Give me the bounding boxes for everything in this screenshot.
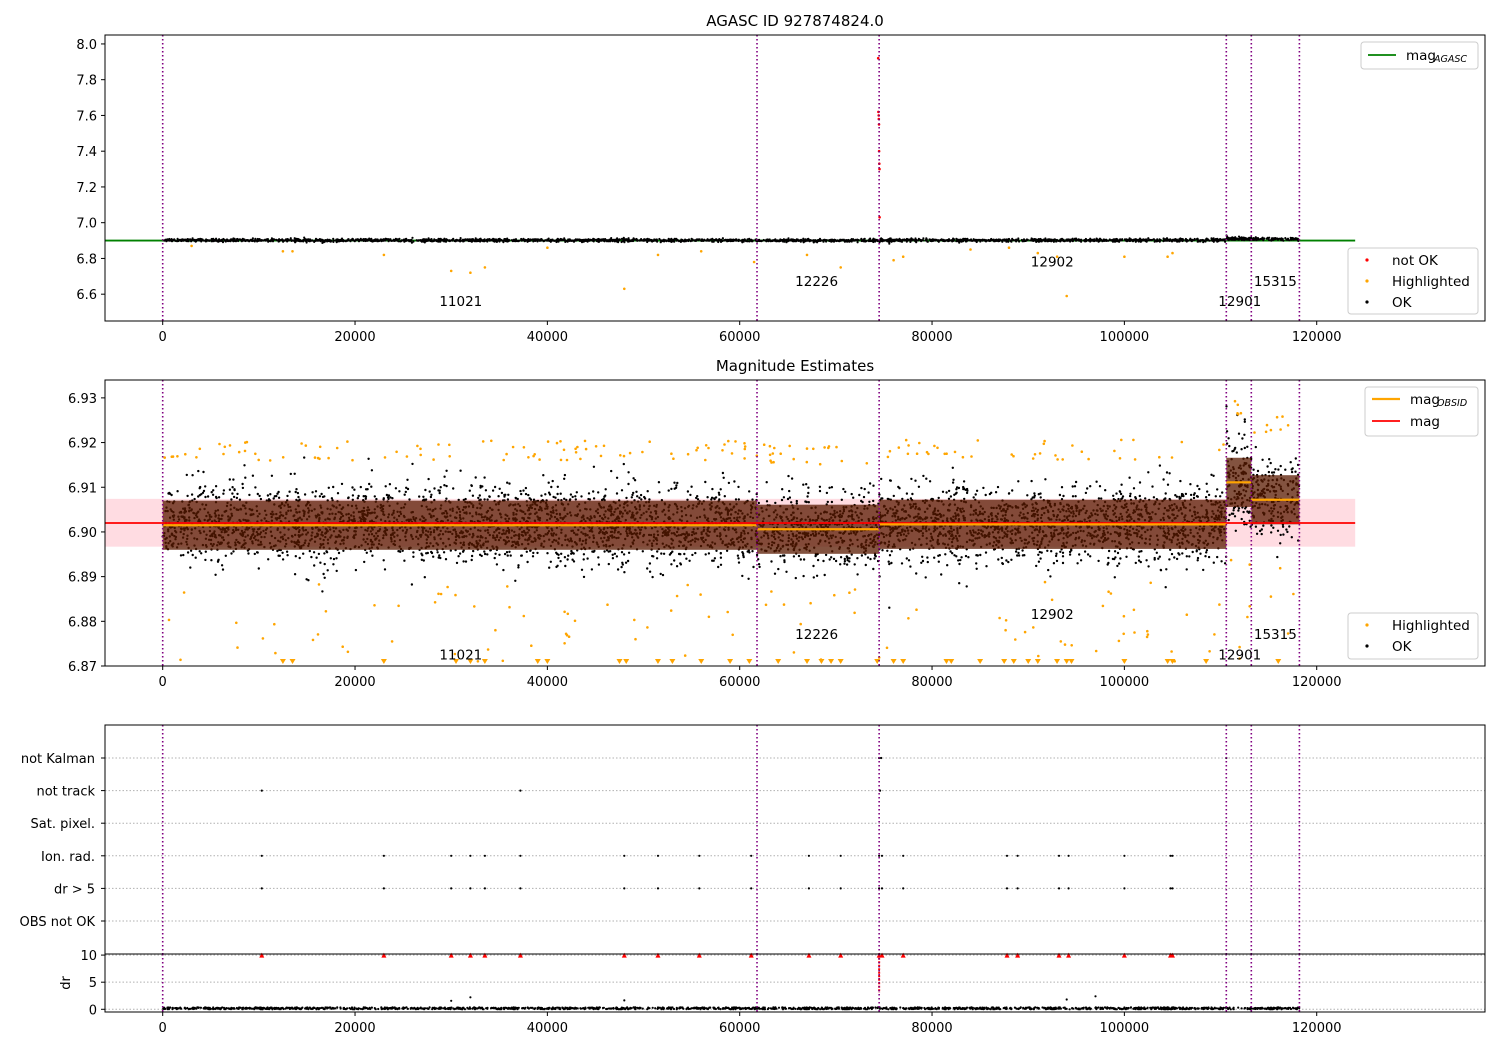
x-tick-label: 100000	[1100, 1021, 1150, 1036]
x-tick-label: 40000	[527, 330, 568, 345]
dr-points	[162, 995, 1301, 1011]
category-label: not Kalman	[21, 752, 95, 767]
x-tick-label: 120000	[1292, 1021, 1342, 1036]
category-label: dr > 5	[54, 882, 95, 897]
legend-swatch	[1365, 300, 1369, 304]
obsid-label: 12902	[1031, 254, 1074, 270]
x-tick-label: 120000	[1292, 330, 1342, 345]
x-tick-label: 20000	[334, 330, 375, 345]
x-tick-label: 60000	[719, 1021, 760, 1036]
figure: AGASC ID 927874824.0 0 20000 40000 60000 8000…	[20, 12, 1486, 1036]
x-tick-label: 80000	[911, 675, 952, 690]
x-tick-label: 120000	[1292, 675, 1342, 690]
y-tick-label: 6.91	[68, 481, 97, 496]
y-tick-label: 7.0	[76, 217, 97, 232]
legend-mag-obsid-subscript: OBSID	[1437, 398, 1467, 409]
legend-mag-agasc-label: mag	[1406, 48, 1436, 64]
magnitude-estimates-panel: Magnitude Estimates 0 20000 40000 60000 80000…	[68, 357, 1486, 690]
obsid-label: 12901	[1218, 294, 1261, 310]
category-label: not track	[36, 785, 95, 800]
legend-swatch	[1365, 258, 1369, 262]
obsid-label: 12902	[1031, 607, 1074, 623]
legend-mag-label: mag	[1410, 414, 1440, 430]
chart-title: Magnitude Estimates	[716, 357, 874, 375]
out-of-range-markers	[279, 659, 1282, 664]
obsid-label: 12901	[1218, 647, 1261, 663]
y-tick-label: 6.6	[76, 288, 97, 303]
y-tick-label: 6.92	[68, 437, 97, 452]
y-tick-label: 5	[89, 976, 97, 991]
x-tick-label: 0	[159, 1021, 167, 1036]
obsid-label: 15315	[1254, 627, 1297, 643]
axes-frame	[104, 724, 1486, 955]
legend-label: not OK	[1392, 253, 1439, 269]
legend-label: OK	[1392, 639, 1413, 655]
x-tick-label: 40000	[527, 1021, 568, 1036]
axes-frame	[104, 953, 1486, 1013]
y-tick-label: 10	[80, 949, 97, 964]
legend-swatch	[1365, 644, 1369, 648]
x-tick-label: 100000	[1100, 675, 1150, 690]
category-label: Ion. rad.	[41, 850, 95, 865]
legend-mag-obsid-label: mag	[1410, 392, 1440, 408]
y-tick-label: 6.8	[76, 252, 97, 267]
chart-title: AGASC ID 927874824.0	[706, 12, 884, 30]
y-tick-label: 6.88	[68, 615, 97, 630]
obsid-label: 11021	[439, 294, 482, 310]
y-tick-label: 0	[89, 1003, 97, 1018]
obsid-label: 11021	[439, 647, 482, 663]
category-label: OBS not OK	[20, 915, 96, 930]
flags-panel: not Kalman not track Sat. pixel. Ion. rad. d…	[20, 724, 1486, 955]
dr-panel: 0 5 10 0 20000 40000 60000 80000 100000 120000 dr	[59, 949, 1486, 1036]
y-tick-label: 7.2	[76, 181, 97, 196]
x-tick-label: 20000	[334, 1021, 375, 1036]
x-tick-label: 60000	[719, 675, 760, 690]
y-tick-label: 7.4	[76, 145, 97, 160]
highlighted-points	[190, 244, 1174, 298]
x-tick-label: 40000	[527, 675, 568, 690]
dr-axis-label: dr	[59, 976, 74, 990]
legend-mag-agasc-subscript: AGASC	[1433, 54, 1467, 65]
legend-swatch	[1365, 279, 1369, 283]
agasc-magnitude-panel: AGASC ID 927874824.0 0 20000 40000 60000 8000…	[76, 12, 1486, 345]
legend-label: Highlighted	[1392, 618, 1470, 634]
x-tick-label: 20000	[334, 675, 375, 690]
x-tick-label: 0	[159, 675, 167, 690]
y-tick-label: 6.93	[68, 392, 97, 407]
category-label: Sat. pixel.	[31, 817, 95, 832]
x-tick-label: 80000	[911, 1021, 952, 1036]
x-tick-label: 0	[159, 330, 167, 345]
y-tick-label: 6.87	[68, 660, 97, 675]
obsid-label: 15315	[1254, 274, 1297, 290]
not-ok-points	[876, 56, 881, 219]
legend-label: Highlighted	[1392, 274, 1470, 290]
obsid-label: 12226	[795, 627, 838, 643]
y-tick-label: 7.6	[76, 109, 97, 124]
x-tick-label: 100000	[1100, 330, 1150, 345]
obsid-label: 12226	[795, 274, 838, 290]
legend-swatch	[1365, 623, 1369, 627]
legend-label: OK	[1392, 295, 1413, 311]
ok-points	[163, 234, 1300, 245]
y-tick-label: 7.8	[76, 74, 97, 89]
y-tick-label: 6.90	[68, 526, 97, 541]
y-tick-label: 6.89	[68, 571, 97, 586]
x-tick-label: 60000	[719, 330, 760, 345]
y-tick-label: 8.0	[76, 38, 97, 53]
x-tick-label: 80000	[911, 330, 952, 345]
